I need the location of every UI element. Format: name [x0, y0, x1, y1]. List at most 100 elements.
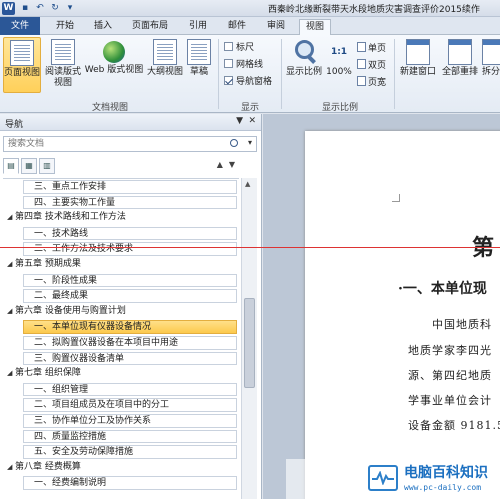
- nav-section-heading[interactable]: 一、本单位现有仪器设备情况: [3, 319, 239, 335]
- new-window-label: 新建窗口: [399, 67, 436, 77]
- zoom-100-icon: 1:1: [330, 47, 348, 57]
- nav-chapter-heading[interactable]: ◢ 第四章 技术路线和工作方法: [3, 210, 239, 226]
- tab-page-layout[interactable]: 页面布局: [127, 19, 173, 35]
- watermark-url: www.pc-daily.com: [404, 483, 482, 492]
- new-window-button[interactable]: 新建窗口: [398, 37, 438, 93]
- previous-heading-icon[interactable]: ▲: [217, 160, 229, 169]
- nav-chapter-heading[interactable]: ◢ 第八章 经费概算: [3, 460, 239, 476]
- nav-section-label: 三、重点工作安排: [23, 180, 237, 194]
- paragraph-line: 源、第四纪地质: [408, 369, 492, 382]
- paragraph-line: 地质学家李四光: [408, 344, 492, 357]
- print-layout-label: 页面视图: [4, 68, 41, 78]
- page-width-icon: [357, 76, 366, 86]
- tab-view[interactable]: 视图: [299, 19, 331, 36]
- one-page-button[interactable]: 单页: [357, 42, 386, 56]
- arrange-all-label: 全部重排: [441, 67, 478, 77]
- ruler-checkbox[interactable]: 标尺: [224, 42, 254, 55]
- document-views-group-label: 文档视图: [91, 103, 128, 113]
- tab-home[interactable]: 开始: [50, 19, 80, 35]
- collapse-triangle-icon[interactable]: ◢: [7, 257, 15, 273]
- tab-insert[interactable]: 插入: [88, 19, 118, 35]
- nav-chapter-label: 第五章 预期成果: [15, 258, 81, 269]
- nav-search-input[interactable]: [4, 137, 224, 151]
- nav-section-heading[interactable]: 四、主要实物工作量: [3, 195, 239, 211]
- nav-section-heading[interactable]: 二、拟购置仪器设备在本项目中用途: [3, 335, 239, 351]
- tab-references[interactable]: 引用: [183, 19, 213, 35]
- save-icon[interactable]: ▪: [19, 2, 31, 14]
- collapse-triangle-icon[interactable]: ◢: [7, 304, 15, 320]
- zoom-label: 显示比例: [285, 67, 322, 77]
- results-tab-icon[interactable]: ▥: [39, 158, 55, 174]
- redo-icon[interactable]: ↻: [49, 2, 61, 14]
- gridlines-checkbox[interactable]: 网格线: [224, 59, 263, 72]
- split-button[interactable]: 拆分: [482, 37, 500, 93]
- nav-section-heading[interactable]: 三、协作单位分工及协作关系: [3, 413, 239, 429]
- word-app-icon[interactable]: W: [2, 2, 15, 15]
- reading-layout-button[interactable]: 阅读版式视图: [43, 37, 83, 93]
- page-width-button[interactable]: 页宽: [357, 76, 386, 90]
- nav-chapter-label: 第八章 经费概算: [15, 461, 81, 472]
- two-pages-button[interactable]: 双页: [357, 59, 386, 73]
- pane-options-icon[interactable]: ▼: [236, 116, 243, 126]
- ribbon-separator: [281, 39, 282, 109]
- next-heading-icon[interactable]: ▼: [229, 160, 241, 169]
- close-icon[interactable]: ✕: [248, 116, 256, 126]
- nav-section-heading[interactable]: 三、购置仪器设备清单: [3, 351, 239, 367]
- nav-section-heading[interactable]: 一、经费编制说明: [3, 475, 239, 491]
- collapse-triangle-icon[interactable]: ◢: [7, 210, 15, 226]
- draft-icon: [187, 39, 211, 65]
- ribbon-tabs: 文件 开始 插入 页面布局 引用 邮件 审阅 视图: [0, 17, 500, 36]
- nav-pane-checkbox[interactable]: 导航窗格: [224, 76, 272, 89]
- zoom-button[interactable]: 显示比例: [285, 37, 323, 93]
- window-title: 西秦岭北缘断裂带天水段地质灾害调查评价2015续作: [268, 5, 480, 15]
- nav-section-heading[interactable]: 三、重点工作安排: [3, 179, 239, 195]
- search-icon[interactable]: [230, 139, 238, 147]
- document-area[interactable]: [263, 114, 500, 499]
- site-watermark: 电脑百科知识 www.pc-daily.com: [286, 459, 500, 499]
- nav-chapter-heading[interactable]: ◢ 第五章 预期成果: [3, 257, 239, 273]
- nav-search-box[interactable]: ▾: [3, 136, 257, 152]
- one-page-label: 单页: [368, 44, 387, 54]
- scroll-thumb[interactable]: [244, 298, 255, 388]
- nav-section-heading[interactable]: 二、最终成果: [3, 288, 239, 304]
- tab-review[interactable]: 审阅: [261, 19, 291, 35]
- nav-chapter-label: 第六章 设备使用与购置计划: [15, 305, 126, 316]
- chapter-heading: 第: [472, 235, 495, 261]
- nav-section-heading[interactable]: 四、质量监控措施: [3, 429, 239, 445]
- nav-section-heading[interactable]: 五、安全及劳动保障措施: [3, 444, 239, 460]
- web-layout-label: Web 版式视图: [84, 65, 144, 75]
- pages-tab-icon[interactable]: ▦: [21, 158, 37, 174]
- undo-icon[interactable]: ↶: [34, 2, 46, 14]
- headings-tab-icon[interactable]: ▤: [3, 158, 19, 174]
- print-layout-button[interactable]: 页面视图: [3, 37, 41, 93]
- one-page-icon: [357, 42, 366, 52]
- web-layout-button[interactable]: Web 版式视图: [84, 37, 144, 93]
- zoom-100-button[interactable]: 1:1 100%: [325, 37, 353, 93]
- document-page[interactable]: [305, 131, 500, 499]
- nav-section-heading[interactable]: 二、工作方法及技术要求: [3, 241, 239, 257]
- customize-qat-icon[interactable]: ▾: [64, 2, 76, 14]
- scroll-up-icon[interactable]: ▲: [245, 180, 250, 188]
- nav-chapter-heading[interactable]: ◢ 第七章 组织保障: [3, 366, 239, 382]
- nav-chapter-heading[interactable]: ◢ 第六章 设备使用与购置计划: [3, 304, 239, 320]
- nav-section-heading[interactable]: 一、技术路线: [3, 226, 239, 242]
- nav-section-heading[interactable]: 一、组织管理: [3, 382, 239, 398]
- arrange-all-icon: [448, 39, 472, 65]
- nav-scrollbar[interactable]: ▲: [241, 178, 257, 499]
- collapse-triangle-icon[interactable]: ◢: [7, 460, 15, 476]
- gridlines-label: 网格线: [236, 60, 264, 70]
- nav-chapter-label: 第七章 组织保障: [15, 368, 81, 379]
- tab-file[interactable]: 文件: [0, 17, 40, 35]
- outline-button[interactable]: 大纲视图: [146, 37, 184, 93]
- search-options-icon[interactable]: ▾: [248, 138, 252, 147]
- draft-button[interactable]: 草稿: [186, 37, 212, 93]
- nav-pane-title: 导航: [5, 120, 24, 130]
- new-window-icon: [406, 39, 430, 65]
- crop-mark: [392, 194, 400, 202]
- collapse-triangle-icon[interactable]: ◢: [7, 366, 15, 382]
- nav-section-label: 一、本单位现有仪器设备情况: [23, 320, 237, 334]
- nav-section-heading[interactable]: 二、项目组成员及在项目中的分工: [3, 397, 239, 413]
- nav-section-heading[interactable]: 一、阶段性成果: [3, 273, 239, 289]
- arrange-all-button[interactable]: 全部重排: [440, 37, 480, 93]
- tab-mailings[interactable]: 邮件: [222, 19, 252, 35]
